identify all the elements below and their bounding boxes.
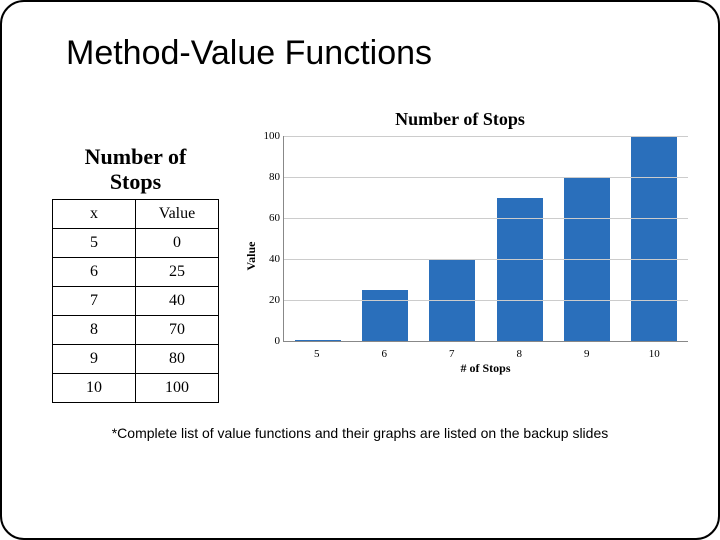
gridline xyxy=(284,177,688,178)
x-tick: 9 xyxy=(564,348,610,360)
table-caption: Number of Stops xyxy=(52,144,219,195)
page-title: Method-Value Functions xyxy=(66,34,698,73)
cell-value: 80 xyxy=(136,344,219,373)
y-tick: 100 xyxy=(264,130,281,142)
y-tick: 80 xyxy=(269,171,280,183)
x-tick: 10 xyxy=(631,348,677,360)
table-block: Number of Stops x Value 5 0 6 25 7 xyxy=(52,144,219,403)
cell-value: 25 xyxy=(136,257,219,286)
cell-x: 10 xyxy=(53,373,136,402)
x-tick: 8 xyxy=(496,348,542,360)
x-tick: 5 xyxy=(294,348,340,360)
x-axis-label: # of Stops xyxy=(283,361,688,376)
table-row: 7 40 xyxy=(53,286,219,315)
gridline xyxy=(284,259,688,260)
x-ticks: 5 6 7 8 9 10 xyxy=(283,348,688,360)
slide: Method-Value Functions Number of Stops N… xyxy=(0,0,720,540)
cell-value: 40 xyxy=(136,286,219,315)
table-header-x: x xyxy=(53,199,136,228)
gridline xyxy=(284,218,688,219)
gridline xyxy=(284,136,688,137)
content-row: Number of Stops x Value 5 0 6 25 7 xyxy=(22,136,698,403)
table-header-row: x Value xyxy=(53,199,219,228)
chart-area: Value 020406080100 5678910 # of Stops xyxy=(255,136,698,376)
table-row: 6 25 xyxy=(53,257,219,286)
y-axis-label: Value xyxy=(244,242,259,271)
cell-x: 9 xyxy=(53,344,136,373)
cell-value: 0 xyxy=(136,228,219,257)
cell-value: 70 xyxy=(136,315,219,344)
bars-container xyxy=(284,136,688,341)
y-tick: 40 xyxy=(269,253,280,265)
table-row: 9 80 xyxy=(53,344,219,373)
table-header-value: Value xyxy=(136,199,219,228)
bar xyxy=(362,290,408,341)
table-caption-line1: Number of xyxy=(85,144,187,169)
cell-x: 8 xyxy=(53,315,136,344)
data-table: x Value 5 0 6 25 7 40 8 70 xyxy=(52,199,219,403)
bar xyxy=(631,136,677,341)
cell-value: 100 xyxy=(136,373,219,402)
x-tick: 7 xyxy=(429,348,475,360)
footnote: *Complete list of value functions and th… xyxy=(22,425,698,441)
bar xyxy=(295,340,341,341)
table-row: 8 70 xyxy=(53,315,219,344)
plot: 020406080100 xyxy=(283,136,688,342)
cell-x: 6 xyxy=(53,257,136,286)
y-tick: 20 xyxy=(269,294,280,306)
y-tick: 60 xyxy=(269,212,280,224)
chart-title: Number of Stops xyxy=(222,109,698,130)
table-caption-line2: Stops xyxy=(110,169,161,194)
x-tick: 6 xyxy=(361,348,407,360)
table-row: 10 100 xyxy=(53,373,219,402)
table-row: 5 0 xyxy=(53,228,219,257)
cell-x: 5 xyxy=(53,228,136,257)
gridline xyxy=(284,300,688,301)
cell-x: 7 xyxy=(53,286,136,315)
y-tick: 0 xyxy=(275,335,281,347)
bar xyxy=(497,198,543,342)
